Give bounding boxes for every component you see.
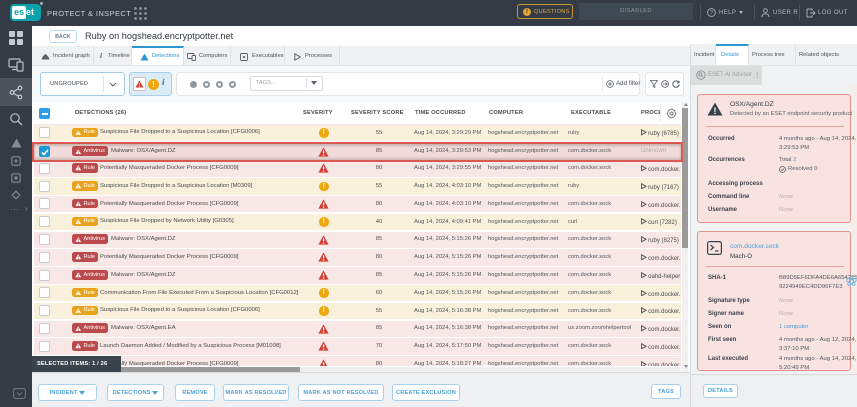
svg-text:!: ! — [714, 106, 717, 116]
